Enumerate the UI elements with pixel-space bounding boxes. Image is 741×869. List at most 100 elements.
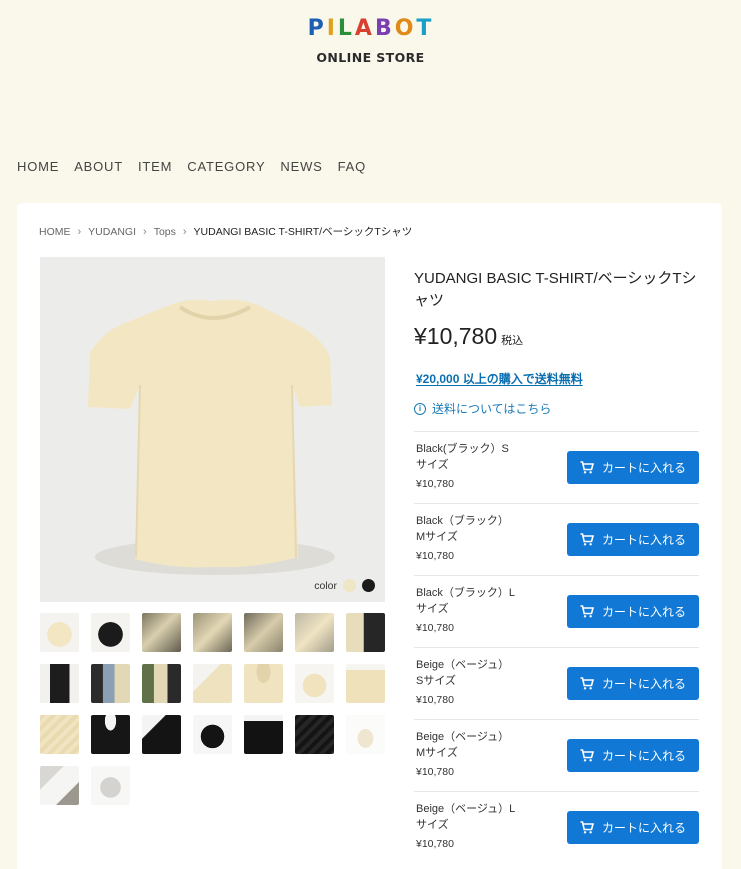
thumbnail-image[interactable] (142, 715, 181, 754)
color-selector: color (314, 579, 375, 592)
thumbnail-image[interactable] (193, 664, 232, 703)
thumbnail-grid (40, 613, 390, 805)
add-to-cart-button[interactable]: カートに入れる (567, 667, 699, 700)
thumbnail-image[interactable] (91, 766, 130, 805)
thumbnail-image[interactable] (295, 715, 334, 754)
variant-list: Black(ブラック）S サイズ ¥10,780 カートに入れる Black（ブ… (414, 431, 699, 863)
variant-price: ¥10,780 (416, 694, 454, 706)
variant-name: Black(ブラック）S サイズ (416, 443, 509, 471)
chevron-right-icon: › (182, 225, 187, 238)
site-logo[interactable]: P I L A B O T ONLINE STORE (0, 18, 741, 66)
swatch-black[interactable] (362, 579, 375, 592)
logo-letter: T (416, 16, 434, 41)
thumbnail-image[interactable] (346, 664, 385, 703)
thumbnail-image[interactable] (40, 715, 79, 754)
thumbnail-image[interactable] (295, 664, 334, 703)
variant-name: Beige（ベージュ）Sサイズ (416, 659, 510, 687)
add-to-cart-label: カートに入れる (601, 461, 686, 475)
global-nav: HOME ABOUT ITEM CATEGORY NEWS FAQ (17, 159, 366, 174)
variant-row: Beige（ベージュ）Lサイズ ¥10,780 カートに入れる (414, 791, 699, 863)
logo-letter: I (326, 16, 337, 41)
add-to-cart-label: カートに入れる (601, 605, 686, 619)
logo-letter: A (354, 16, 374, 41)
cart-icon (580, 821, 594, 834)
add-to-cart-label: カートに入れる (601, 533, 686, 547)
shipping-info-text: 送料についてはこちら (432, 402, 552, 416)
breadcrumb-current: YUDANGI BASIC T-SHIRT/ベーシックTシャツ (193, 226, 413, 238)
main-product-image[interactable]: color (40, 257, 385, 602)
thumbnail-image[interactable] (244, 664, 283, 703)
product-card: HOME › YUDANGI › Tops › YUDANGI BASIC T-… (17, 203, 722, 869)
variant-price: ¥10,780 (416, 478, 454, 490)
breadcrumb: HOME › YUDANGI › Tops › YUDANGI BASIC T-… (39, 224, 412, 239)
logo-letter: O (394, 16, 416, 41)
thumbnail-image[interactable] (91, 715, 130, 754)
info-icon: i (414, 402, 426, 415)
price-value: ¥10,780 (414, 323, 498, 349)
nav-faq[interactable]: FAQ (338, 159, 366, 174)
add-to-cart-button[interactable]: カートに入れる (567, 739, 699, 772)
nav-category[interactable]: CATEGORY (187, 159, 265, 174)
add-to-cart-button[interactable]: カートに入れる (567, 811, 699, 844)
variant-name: Black（ブラック）Lサイズ (416, 587, 516, 615)
logo-letter: L (337, 16, 354, 41)
breadcrumb-home[interactable]: HOME (39, 226, 71, 238)
tax-label: 税込 (501, 335, 524, 347)
variant-price: ¥10,780 (416, 838, 454, 850)
cart-icon (580, 749, 594, 762)
cart-icon (580, 533, 594, 546)
thumbnail-image[interactable] (40, 664, 79, 703)
thumbnail-image[interactable] (40, 766, 79, 805)
product-price: ¥10,780 税込 (414, 323, 523, 350)
swatch-beige[interactable] (343, 579, 356, 592)
thumbnail-image[interactable] (193, 715, 232, 754)
logo-wordmark[interactable]: P I L A B O T (308, 18, 434, 40)
cart-icon (580, 605, 594, 618)
nav-home[interactable]: HOME (17, 159, 59, 174)
free-shipping-link[interactable]: ¥20,000 以上の購入で送料無料 (416, 370, 583, 387)
thumbnail-image[interactable] (91, 613, 130, 652)
thumbnail-image[interactable] (142, 613, 181, 652)
breadcrumb-category[interactable]: Tops (154, 226, 176, 238)
thumbnail-image[interactable] (346, 613, 385, 652)
variant-row: Black(ブラック）S サイズ ¥10,780 カートに入れる (414, 431, 699, 503)
variant-row: Beige（ベージュ）Mサイズ ¥10,780 カートに入れる (414, 719, 699, 791)
thumbnail-image[interactable] (244, 613, 283, 652)
thumbnail-image[interactable] (295, 613, 334, 652)
thumbnail-image[interactable] (40, 613, 79, 652)
color-label: color (314, 579, 337, 592)
logo-letter: P (307, 16, 326, 41)
logo-subtitle: ONLINE STORE (316, 50, 425, 65)
product-title: YUDANGI BASIC T-SHIRT/ベーシックTシャツ (414, 270, 697, 309)
variant-name: Beige（ベージュ）Lサイズ (416, 803, 516, 831)
chevron-right-icon: › (77, 225, 82, 238)
add-to-cart-label: カートに入れる (601, 749, 686, 763)
thumbnail-image[interactable] (244, 715, 283, 754)
tshirt-image (40, 257, 385, 602)
nav-about[interactable]: ABOUT (74, 159, 123, 174)
nav-news[interactable]: NEWS (280, 159, 322, 174)
add-to-cart-button[interactable]: カートに入れる (567, 451, 699, 484)
thumbnail-image[interactable] (346, 715, 385, 754)
variant-row: Black（ブラック）Mサイズ ¥10,780 カートに入れる (414, 503, 699, 575)
chevron-right-icon: › (143, 225, 147, 238)
variant-name: Beige（ベージュ）Mサイズ (416, 731, 510, 759)
thumbnail-image[interactable] (193, 613, 232, 652)
thumbnail-image[interactable] (91, 664, 130, 703)
variant-name: Black（ブラック）Mサイズ (416, 515, 509, 543)
shipping-info-link[interactable]: i 送料についてはこちら (414, 400, 551, 417)
variant-price: ¥10,780 (416, 766, 454, 778)
add-to-cart-button[interactable]: カートに入れる (567, 595, 699, 628)
add-to-cart-label: カートに入れる (601, 677, 686, 691)
breadcrumb-brand[interactable]: YUDANGI (88, 226, 136, 238)
nav-item[interactable]: ITEM (138, 159, 172, 174)
add-to-cart-button[interactable]: カートに入れる (567, 523, 699, 556)
logo-letter: B (374, 16, 394, 41)
variant-price: ¥10,780 (416, 622, 454, 634)
variant-price: ¥10,780 (416, 550, 454, 562)
add-to-cart-label: カートに入れる (601, 821, 686, 835)
cart-icon (580, 677, 594, 690)
variant-row: Black（ブラック）Lサイズ ¥10,780 カートに入れる (414, 575, 699, 647)
thumbnail-image[interactable] (142, 664, 181, 703)
cart-icon (580, 461, 594, 474)
